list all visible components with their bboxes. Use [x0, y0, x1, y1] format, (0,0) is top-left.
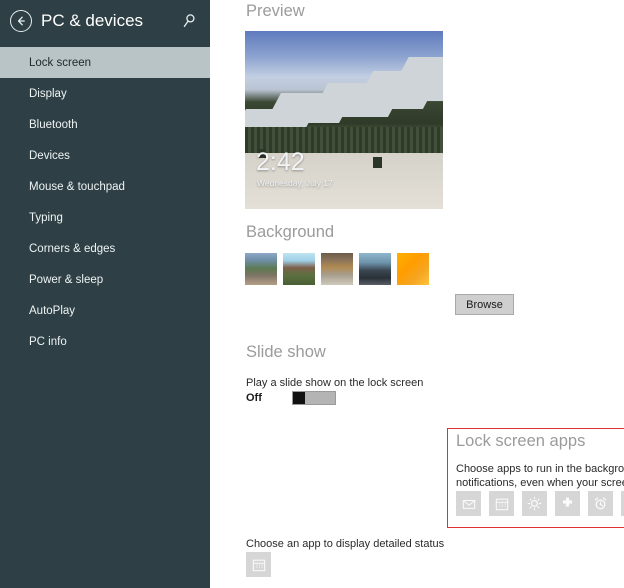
weather-icon-glyph	[527, 496, 542, 511]
sidebar-header: PC & devices	[0, 0, 210, 42]
slide-show-heading: Slide show	[246, 343, 326, 361]
calendar-icon[interactable]	[489, 491, 514, 516]
thumbnail-village-mountains[interactable]	[245, 253, 277, 285]
sidebar-item-autoplay[interactable]: AutoPlay	[0, 295, 210, 326]
background-heading: Background	[246, 223, 335, 241]
search-glyph	[183, 14, 195, 28]
lock-screen-preview[interactable]: 2:42 Wednesday, July 17	[245, 31, 443, 209]
toggle-knob	[293, 392, 305, 404]
slide-show-description: Play a slide show on the lock screen	[246, 377, 424, 389]
back-arrow-icon	[17, 16, 25, 25]
sidebar: PC & devices Lock screen Display Bluetooth…	[0, 0, 210, 588]
mail-icon-glyph	[462, 499, 475, 509]
sidebar-item-corners-edges[interactable]: Corners & edges	[0, 233, 210, 264]
sidebar-item-power-sleep[interactable]: Power & sleep	[0, 264, 210, 295]
thumbnail-mountain-landscape[interactable]	[283, 253, 315, 285]
mail-icon[interactable]	[456, 491, 481, 516]
search-icon[interactable]	[180, 12, 198, 30]
sidebar-item-bluetooth[interactable]: Bluetooth	[0, 109, 210, 140]
preview-heading: Preview	[246, 2, 305, 20]
thumbnail-coastal-vehicle[interactable]	[359, 253, 391, 285]
browse-button[interactable]: Browse	[455, 294, 514, 315]
sidebar-item-label: AutoPlay	[29, 304, 76, 317]
slide-show-toggle-state: Off	[246, 392, 262, 404]
sidebar-item-label: Devices	[29, 149, 70, 162]
sidebar-item-devices[interactable]: Devices	[0, 140, 210, 171]
health-icon-glyph	[563, 497, 572, 507]
lock-screen-apps-highlight-box: Lock screen apps Choose apps to run in t…	[447, 428, 624, 528]
alarm-icon-glyph	[594, 497, 607, 510]
lock-screen-apps-description: Choose apps to run in the background and…	[456, 463, 624, 489]
calendar-icon	[252, 559, 265, 571]
page-title: PC & devices	[41, 11, 144, 30]
sidebar-nav: Lock screen Display Bluetooth Devices Mouse …	[0, 47, 210, 357]
back-button[interactable]	[10, 10, 32, 32]
health-icon[interactable]	[555, 491, 580, 516]
slide-show-toggle[interactable]	[292, 391, 336, 405]
sidebar-item-lock-screen[interactable]: Lock screen	[0, 47, 210, 78]
preview-clock-time: 2:42	[256, 148, 305, 176]
sidebar-item-display[interactable]: Display	[0, 78, 210, 109]
preview-clock-date: Wednesday, July 17	[257, 177, 333, 188]
sidebar-item-typing[interactable]: Typing	[0, 202, 210, 233]
lock-screen-apps-list: ++	[456, 491, 624, 516]
lock-screen-apps-heading: Lock screen apps	[456, 432, 586, 450]
sidebar-item-label: Typing	[29, 211, 63, 224]
calendar-icon-glyph	[495, 498, 508, 510]
sidebar-item-label: Power & sleep	[29, 273, 104, 286]
sidebar-item-label: Lock screen	[29, 56, 92, 69]
sidebar-item-label: Mouse & touchpad	[29, 180, 125, 193]
detailed-status-label: Choose an app to display detailed status	[246, 538, 445, 550]
thumbnail-street-market[interactable]	[321, 253, 353, 285]
sidebar-item-label: Bluetooth	[29, 118, 78, 131]
sidebar-item-pc-info[interactable]: PC info	[0, 326, 210, 357]
slide-show-toggle-row: Off	[246, 391, 336, 405]
thumbnail-orange-abstract[interactable]	[397, 253, 429, 285]
sidebar-item-label: Display	[29, 87, 67, 100]
sidebar-item-label: PC info	[29, 335, 67, 348]
background-thumbnail-list	[245, 253, 429, 285]
detailed-status-app-tile[interactable]	[246, 552, 271, 577]
alarm-icon[interactable]	[588, 491, 613, 516]
sidebar-item-label: Corners & edges	[29, 242, 116, 255]
sidebar-item-mouse-touchpad[interactable]: Mouse & touchpad	[0, 171, 210, 202]
weather-icon[interactable]	[522, 491, 547, 516]
settings-content-pane: Preview 2:42 Wednesday, July 17 Backgrou…	[210, 0, 624, 588]
